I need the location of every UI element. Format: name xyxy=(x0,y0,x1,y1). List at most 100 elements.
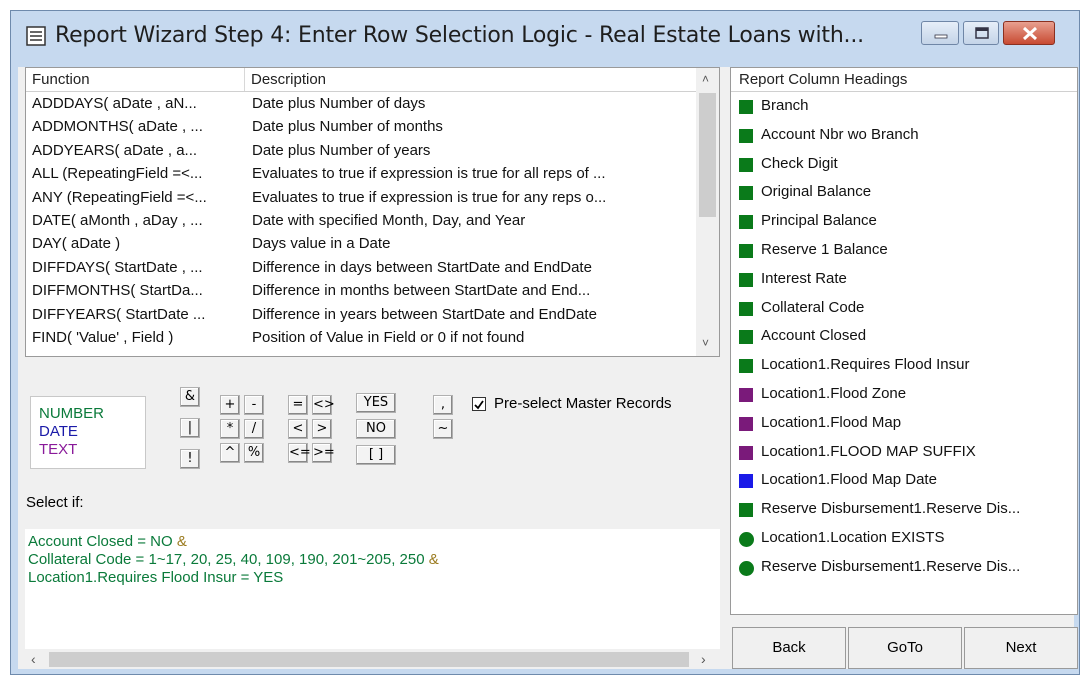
function-name: DATE( aMonth , aDay , ... xyxy=(32,211,203,229)
scroll-down-icon[interactable]: ˅ xyxy=(702,336,709,350)
function-description: Days value in a Date xyxy=(252,235,391,253)
type-square-icon xyxy=(739,128,753,143)
column-heading-label: Collateral Code xyxy=(761,298,865,316)
power-button[interactable]: ^ xyxy=(220,443,240,463)
column-heading-label: Location1.FLOOD MAP SUFFIX xyxy=(761,442,976,460)
equals-button[interactable]: = xyxy=(288,395,308,415)
function-name: DIFFDAYS( StartDate , ... xyxy=(32,258,203,276)
greater-equal-button[interactable]: >= xyxy=(312,443,335,463)
range-tilde-button[interactable]: ~ xyxy=(433,419,453,439)
function-row[interactable]: DIFFDAYS( StartDate , ... Difference in d… xyxy=(26,256,696,279)
plus-button[interactable]: + xyxy=(220,395,240,415)
function-row[interactable]: FIND( 'Value' , Field ) Position of Value… xyxy=(26,326,696,349)
column-heading-label: Principal Balance xyxy=(761,212,877,230)
less-than-button[interactable]: < xyxy=(288,419,308,439)
next-button[interactable]: Next xyxy=(964,627,1078,669)
function-row[interactable]: ALL (RepeatingField =<... Evaluates to tr… xyxy=(26,162,696,185)
column-heading-label: Reserve Disbursement1.Reserve Dis... xyxy=(761,500,1021,518)
goto-button[interactable]: GoTo xyxy=(848,627,962,669)
column-heading-label: Location1.Flood Zone xyxy=(761,385,907,402)
minus-button[interactable]: - xyxy=(244,395,264,415)
function-description: Evaluates to true if expression is true … xyxy=(252,165,606,183)
maximize-icon xyxy=(975,27,989,39)
function-rows: ADDDAYS( aDate , aN... Date plus Number o… xyxy=(26,92,696,349)
column-heading-label: Location1.Flood Map Date xyxy=(761,471,937,489)
ampersand-button[interactable]: & xyxy=(180,387,200,407)
type-square-icon xyxy=(739,330,753,345)
column-heading-label: Original Balance xyxy=(761,183,872,201)
maximize-button[interactable] xyxy=(963,21,999,45)
preselect-master-checkbox[interactable] xyxy=(472,397,486,411)
title-bar: Report Wizard Step 4: Enter Row Selectio… xyxy=(11,11,1079,67)
type-square-icon xyxy=(739,100,753,114)
preselect-master-label[interactable]: Pre-select Master Records xyxy=(494,395,672,412)
minimize-button[interactable] xyxy=(921,21,959,45)
scrollbar-thumb[interactable] xyxy=(699,93,716,217)
not-equal-button[interactable]: <> xyxy=(312,395,335,415)
column-heading-label: Check Digit xyxy=(761,154,838,172)
function-row[interactable]: ADDMONTHS( aDate , ... Date plus Number o… xyxy=(26,115,696,138)
type-circle-icon xyxy=(739,532,754,547)
type-square-icon xyxy=(739,215,753,230)
or-button[interactable]: | xyxy=(180,418,200,438)
column-heading-label: Reserve 1 Balance xyxy=(761,241,888,258)
scroll-up-icon[interactable]: ˄ xyxy=(702,72,709,86)
function-list-scrollbar[interactable]: ˄ ˅ xyxy=(696,68,719,356)
type-square-icon xyxy=(739,445,753,460)
type-circle-icon xyxy=(739,560,754,576)
report-column-headings-list[interactable]: Report Column Headings Branch Account Nbr… xyxy=(730,67,1078,615)
comma-button[interactable]: , xyxy=(433,395,453,415)
type-square-icon xyxy=(739,272,753,287)
divide-button[interactable]: / xyxy=(244,419,264,439)
function-row[interactable]: DAY( aDate ) Days value in a Date xyxy=(26,232,696,255)
scroll-right-icon[interactable]: › xyxy=(701,651,706,667)
function-name: ALL (RepeatingField =<... xyxy=(32,165,203,183)
select-if-label: Select if: xyxy=(26,494,84,511)
less-equal-button[interactable]: <= xyxy=(288,443,311,463)
column-heading-label: Reserve Disbursement1.Reserve Dis... xyxy=(761,557,1021,575)
function-name: DIFFYEARS( StartDate ... xyxy=(32,305,206,323)
function-row[interactable]: ANY (RepeatingField =<... Evaluates to tr… xyxy=(26,186,696,209)
type-legend: NUMBER DATE TEXT xyxy=(30,396,146,469)
column-heading-label: Account Closed xyxy=(761,327,867,345)
function-name: ADDYEARS( aDate , a... xyxy=(32,141,198,159)
description-column-header[interactable]: Description xyxy=(245,68,696,91)
window-title: Report Wizard Step 4: Enter Row Selectio… xyxy=(55,23,864,48)
function-name: ADDDAYS( aDate , aN... xyxy=(32,95,197,112)
checkmark-icon xyxy=(474,400,484,410)
function-row[interactable]: DATE( aMonth , aDay , ... Date with speci… xyxy=(26,209,696,232)
report-wizard-window: Report Wizard Step 4: Enter Row Selectio… xyxy=(10,10,1080,675)
percent-button[interactable]: % xyxy=(244,443,264,463)
legend-date: DATE xyxy=(39,423,78,440)
function-name: FIND( 'Value' , Field ) xyxy=(32,328,174,346)
function-description: Difference in days between StartDate and… xyxy=(252,258,592,276)
logic-horizontal-scrollbar[interactable]: ‹ › xyxy=(25,649,720,669)
function-row[interactable]: DIFFYEARS( StartDate ... Difference in ye… xyxy=(26,303,696,326)
function-column-header[interactable]: Function xyxy=(26,68,245,91)
column-heading-label: Account Nbr wo Branch xyxy=(761,125,919,143)
type-square-icon xyxy=(739,359,753,374)
back-button[interactable]: Back xyxy=(732,627,846,669)
selection-logic-editor[interactable]: Account Closed = NO & Collateral Code = … xyxy=(25,529,720,669)
function-row[interactable]: ADDYEARS( aDate , a... Date plus Number o… xyxy=(26,139,696,162)
scroll-left-icon[interactable]: ‹ xyxy=(31,651,36,667)
column-headings-header: Report Column Headings xyxy=(731,68,1077,92)
no-button[interactable]: NO xyxy=(356,419,396,439)
wizard-client-area: Function Description ADDDAYS( aDate , aN… xyxy=(18,67,1078,669)
multiply-button[interactable]: * xyxy=(220,419,240,439)
greater-than-button[interactable]: > xyxy=(312,419,332,439)
horizontal-scroll-thumb[interactable] xyxy=(49,652,689,667)
function-row[interactable]: ADDDAYS( aDate , aN... Date plus Number o… xyxy=(26,92,696,115)
not-button[interactable]: ! xyxy=(180,449,200,469)
function-list[interactable]: Function Description ADDDAYS( aDate , aN… xyxy=(25,67,720,357)
column-heading-label: Location1.Flood Map xyxy=(761,413,902,431)
brackets-button[interactable]: [ ] xyxy=(356,445,396,465)
function-row[interactable]: DIFFMONTHS( StartDa... Difference in mont… xyxy=(26,279,696,302)
function-description: Position of Value in Field or 0 if not f… xyxy=(252,328,525,346)
function-description: Difference in years between StartDate an… xyxy=(252,305,597,323)
logic-line-2: Collateral Code = 1~17, 20, 25, 40, 109,… xyxy=(28,551,439,568)
close-button[interactable] xyxy=(1003,21,1055,45)
minimize-icon xyxy=(934,34,948,39)
yes-button[interactable]: YES xyxy=(356,393,396,413)
function-description: Date with specified Month, Day, and Year xyxy=(252,211,526,229)
